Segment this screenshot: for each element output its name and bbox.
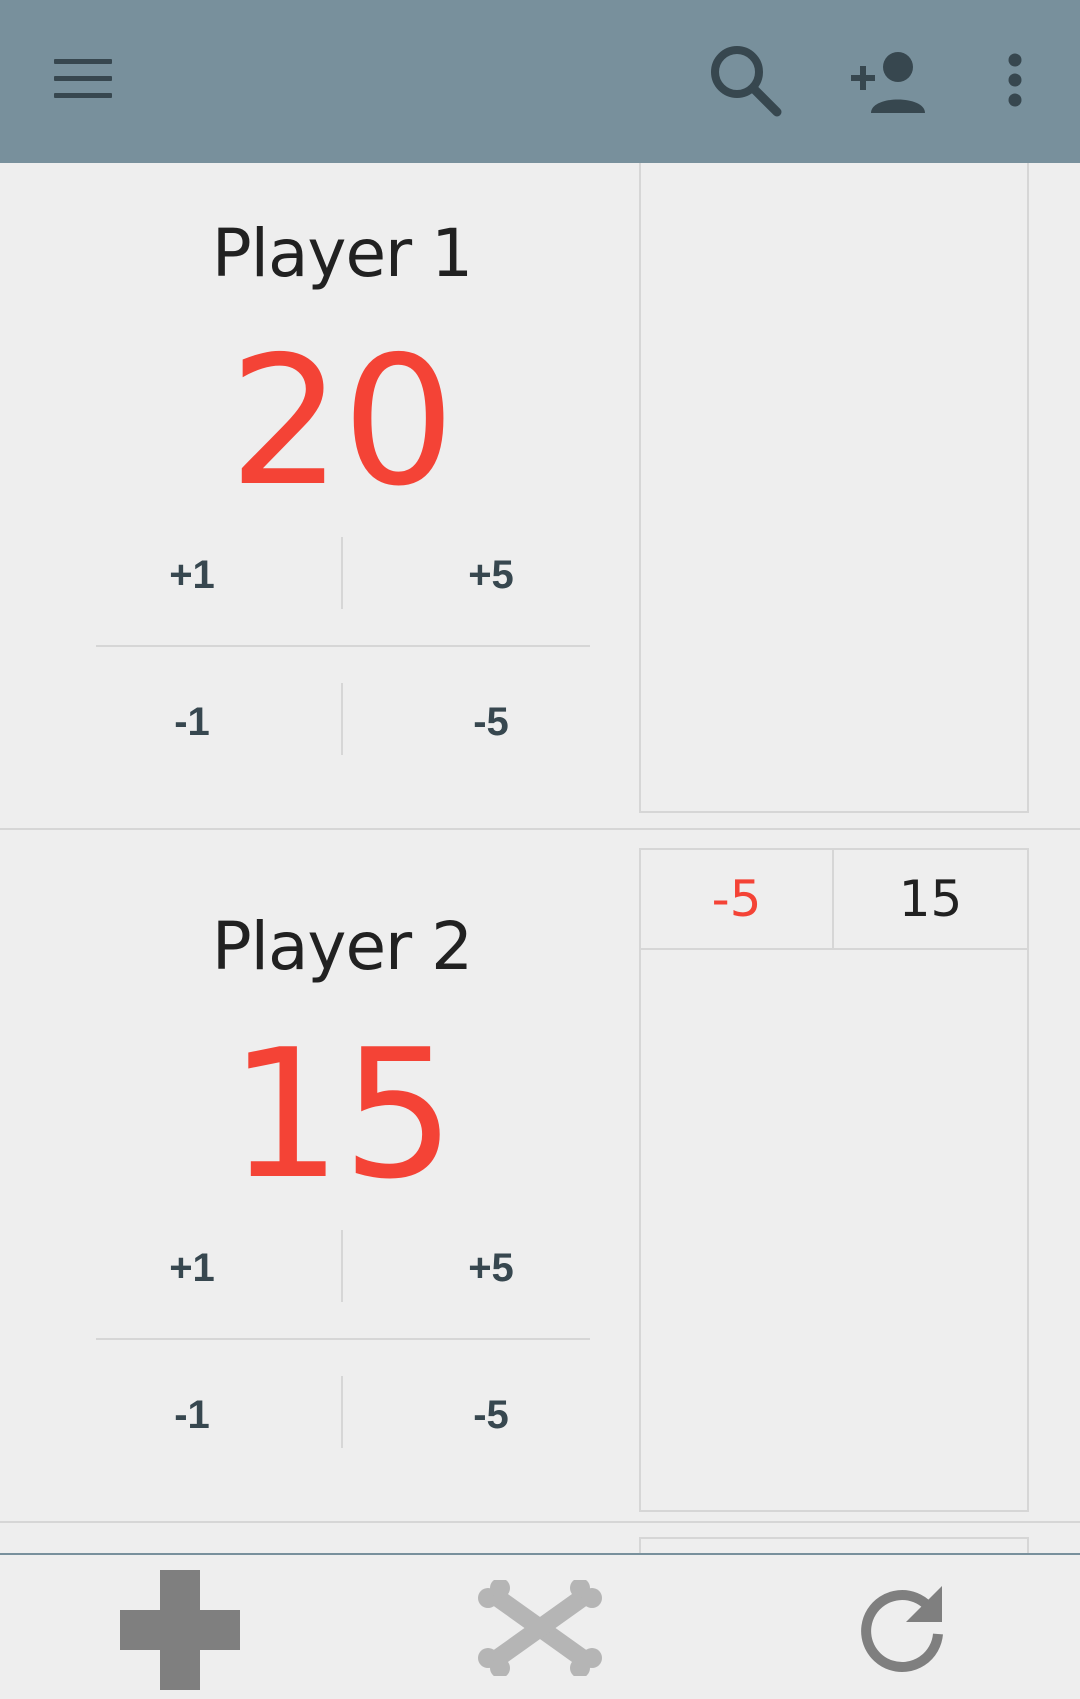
- life-history-panel: -5 15: [639, 848, 1029, 1512]
- player-name[interactable]: Player 1: [0, 215, 684, 292]
- life-total: 15: [228, 1011, 456, 1218]
- life-total: 20: [228, 318, 456, 525]
- add-icon: [120, 1570, 240, 1690]
- plus-5-button[interactable]: +5: [341, 1246, 641, 1291]
- minus-5-button[interactable]: -5: [341, 700, 641, 745]
- search-icon: [711, 46, 782, 117]
- more-vert-icon: [1008, 53, 1022, 107]
- button-row-divider: [96, 1338, 590, 1340]
- plus-1-button[interactable]: +1: [42, 553, 342, 598]
- plus-5-button[interactable]: +5: [341, 553, 641, 598]
- reset-icon: [861, 1586, 943, 1673]
- player-list[interactable]: Player 1 20 +1 +5 -1 -5 Player 2 15 +1 +…: [0, 163, 1080, 1553]
- search-button[interactable]: [700, 38, 790, 122]
- crossbones-icon: [478, 1580, 602, 1676]
- crossbones-button[interactable]: [470, 1567, 610, 1689]
- add-button[interactable]: [110, 1565, 250, 1695]
- reset-button[interactable]: [840, 1569, 964, 1687]
- more-options-button[interactable]: [990, 44, 1040, 116]
- add-person-icon: [851, 52, 925, 113]
- history-entry: -5 15: [641, 850, 1027, 950]
- app-bar: [0, 0, 1080, 163]
- player-name[interactable]: Player 2: [0, 908, 684, 985]
- add-player-button[interactable]: [845, 42, 935, 122]
- button-row-divider: [96, 645, 590, 647]
- menu-button[interactable]: [44, 44, 124, 114]
- player-card: Player 1 20 +1 +5 -1 -5: [0, 163, 1080, 856]
- player-card: Player 2 15 +1 +5 -1 -5 -5 15: [0, 848, 1080, 1549]
- life-history-panel: [639, 163, 1029, 813]
- player-divider: [0, 828, 1080, 830]
- history-delta: -5: [641, 850, 834, 948]
- minus-1-button[interactable]: -1: [42, 700, 342, 745]
- menu-icon: [54, 59, 112, 98]
- plus-1-button[interactable]: +1: [42, 1246, 342, 1291]
- bottom-bar: [0, 1553, 1080, 1699]
- minus-1-button[interactable]: -1: [42, 1393, 342, 1438]
- minus-5-button[interactable]: -5: [341, 1393, 641, 1438]
- player-divider: [0, 1521, 1080, 1523]
- life-history-panel: [639, 1537, 1029, 1553]
- history-total: 15: [898, 870, 963, 928]
